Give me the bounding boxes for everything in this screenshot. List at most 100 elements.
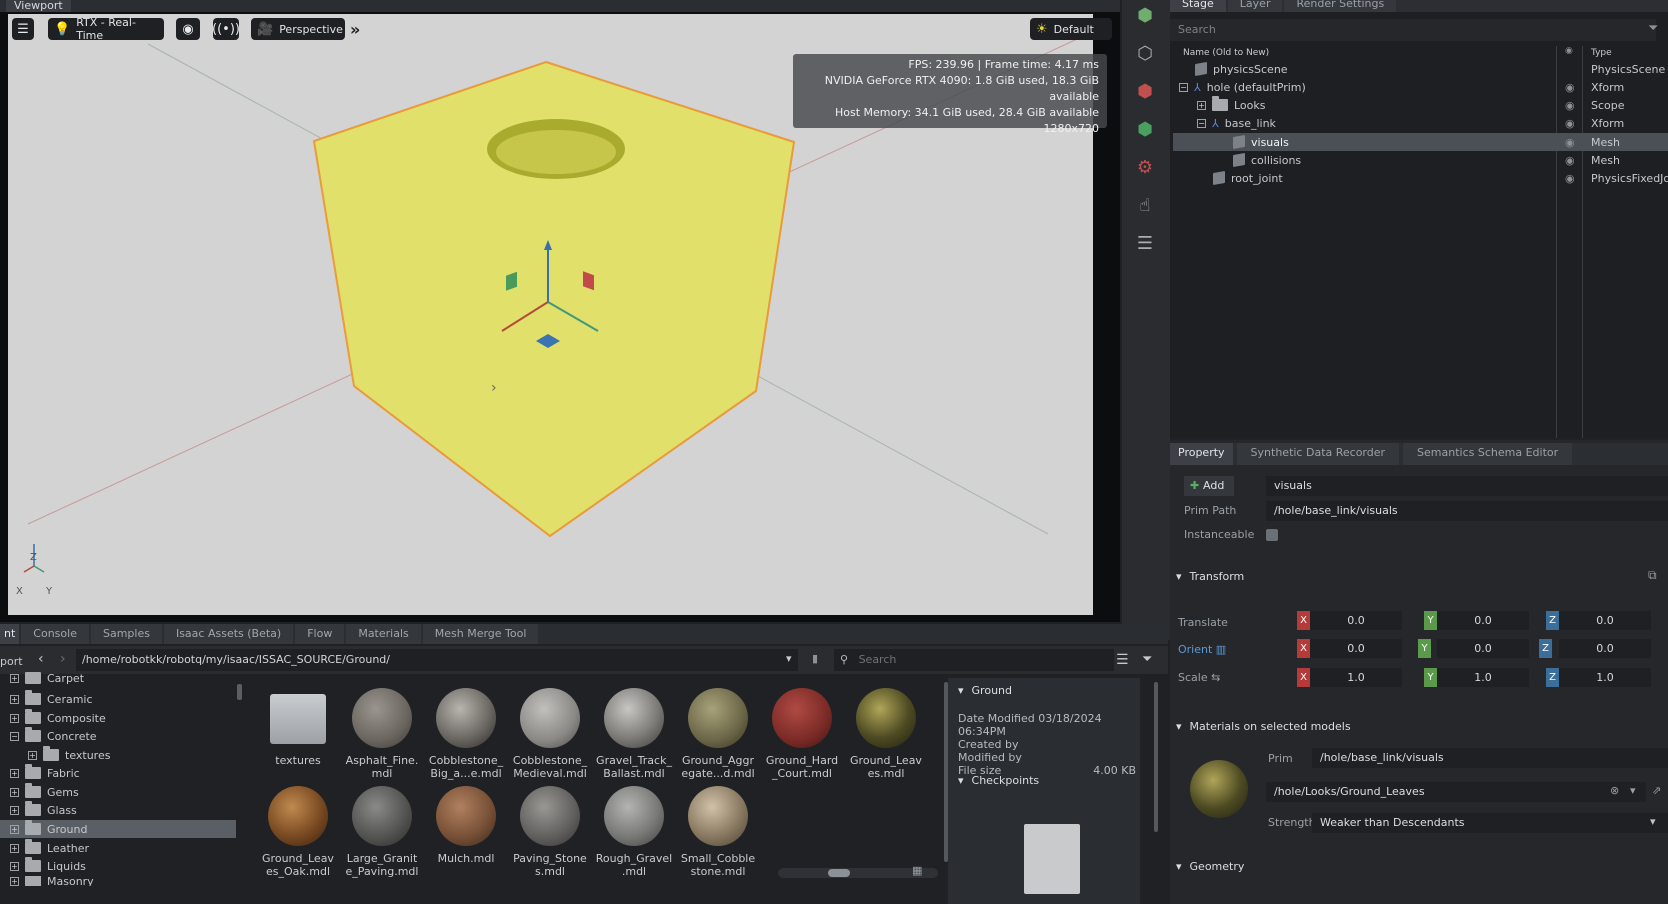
tab-semantics-schema-editor[interactable]: Semantics Schema Editor <box>1403 443 1573 465</box>
folder-tree-scrollbar[interactable] <box>237 684 242 700</box>
cube-green-icon[interactable]: ⬢ <box>1130 114 1160 144</box>
clear-icon[interactable]: ⊗ <box>1610 784 1619 797</box>
tree-row-looks[interactable]: + Looks ◉ Scope <box>1173 96 1668 114</box>
collapse-icon[interactable]: − <box>1197 118 1206 128</box>
tab-synthetic-data-recorder[interactable]: Synthetic Data Recorder <box>1236 443 1400 465</box>
eye-icon[interactable]: ◉ <box>1565 117 1575 130</box>
sliders-tool-icon[interactable]: ☰ <box>1130 228 1160 258</box>
expand-icon[interactable]: + <box>10 824 19 834</box>
tree-row-visuals[interactable]: visuals ◉ Mesh <box>1173 133 1668 151</box>
expand-icon[interactable]: + <box>10 768 19 778</box>
asset-mulch[interactable]: Mulch.mdl <box>424 786 508 865</box>
eye-icon[interactable]: ◉ <box>1565 99 1575 112</box>
asset-ground-aggregate[interactable]: Ground_Aggr egate...d.mdl <box>676 688 760 780</box>
bookmark-icon[interactable]: ▮ <box>812 652 818 665</box>
strength-dropdown[interactable]: Weaker than Descendants ▾ <box>1312 813 1668 833</box>
viewport-tab[interactable]: Viewport <box>6 0 71 12</box>
tree-row-root-joint[interactable]: root_joint ◉ PhysicsFixedJoi <box>1173 169 1668 187</box>
tab-console[interactable]: Console <box>21 624 89 644</box>
tree-row-collisions[interactable]: collisions ◉ Mesh <box>1173 151 1668 169</box>
type-column-header[interactable]: Type <box>1591 48 1612 58</box>
expand-icon[interactable]: + <box>10 843 19 853</box>
filter-icon[interactable]: ⏷ <box>1142 652 1152 667</box>
folder-carpet[interactable]: + Carpet <box>0 672 236 684</box>
expand-icon[interactable]: + <box>10 713 19 723</box>
list-view-icon[interactable]: ☰ <box>1116 652 1129 668</box>
tab-materials[interactable]: Materials <box>346 624 421 644</box>
name-column-header[interactable]: Name (Old to New) <box>1183 48 1269 58</box>
prim-path-field[interactable]: /hole/base_link/visuals <box>1266 501 1668 521</box>
folder-glass[interactable]: + Glass <box>0 801 236 819</box>
folder-ground[interactable]: + Ground <box>0 820 236 838</box>
goto-material-icon[interactable]: ⇗ <box>1652 784 1661 797</box>
orient-y-field[interactable]: 0.0 <box>1437 639 1529 658</box>
scale-y-field[interactable]: 1.0 <box>1437 668 1529 687</box>
folder-gems[interactable]: + Gems <box>0 783 236 801</box>
lighting-button[interactable]: ☀ Default <box>1030 18 1112 40</box>
filter-icon[interactable]: ⏷ <box>1648 21 1658 36</box>
collapse-icon[interactable]: − <box>1179 82 1188 92</box>
translate-y-field[interactable]: 0.0 <box>1437 611 1529 630</box>
expand-toolbar-icon[interactable]: » <box>350 20 360 39</box>
audio-button[interactable]: ((•)) <box>212 18 240 40</box>
geometry-section-header[interactable]: ▾ Geometry <box>1176 860 1244 873</box>
tree-row-base-link[interactable]: − ⅄ base_link ◉ Xform <box>1173 114 1668 132</box>
folder-liquids[interactable]: + Liquids <box>0 857 236 875</box>
chevron-down-icon[interactable]: ▾ <box>786 652 792 665</box>
folder-ceramic[interactable]: + Ceramic <box>0 690 236 708</box>
slider-handle[interactable] <box>828 869 850 877</box>
cube-remove-icon[interactable]: ⬡ <box>1130 38 1160 68</box>
tab-property[interactable]: Property <box>1170 443 1233 465</box>
render-mode-button[interactable]: 💡 RTX - Real-Time <box>48 16 164 42</box>
folder-composite[interactable]: + Composite <box>0 709 236 727</box>
tab-layer[interactable]: Layer <box>1227 0 1283 12</box>
details-header[interactable]: ▾ Ground <box>958 684 1012 697</box>
expand-icon[interactable]: + <box>10 787 19 797</box>
asset-large-granite-paving[interactable]: Large_Granit e_Paving.mdl <box>340 786 424 878</box>
translate-x-field[interactable]: 0.0 <box>1310 611 1402 630</box>
expand-icon[interactable]: + <box>10 673 19 683</box>
import-label[interactable]: port <box>0 655 23 668</box>
collapse-icon[interactable]: − <box>10 731 19 741</box>
translate-z-field[interactable]: 0.0 <box>1559 611 1651 630</box>
tab-stage[interactable]: Stage <box>1170 0 1226 12</box>
eye-icon[interactable]: ◉ <box>1565 154 1575 167</box>
browser-search-input[interactable]: ⚲ Search <box>834 649 1114 671</box>
physics-tool-icon[interactable]: ⬢ <box>1130 0 1160 30</box>
folder-leather[interactable]: + Leather <box>0 839 236 857</box>
folder-fabric[interactable]: + Fabric <box>0 764 236 782</box>
tab-render-settings[interactable]: Render Settings <box>1284 0 1397 12</box>
asset-paving-stones[interactable]: Paving_Stone s.mdl <box>508 786 592 878</box>
visibility-button[interactable]: ◉ <box>176 18 200 40</box>
folder-concrete[interactable]: − Concrete <box>0 727 236 745</box>
expand-icon[interactable]: + <box>1197 100 1206 110</box>
instanceable-checkbox[interactable] <box>1266 529 1278 541</box>
asset-ground-leaves-oak[interactable]: Ground_Leav es_Oak.mdl <box>256 786 340 878</box>
path-input[interactable]: /home/robotkk/robotq/my/isaac/ISSAC_SOUR… <box>76 649 798 671</box>
transform-section-header[interactable]: ▾ Transform <box>1176 570 1244 583</box>
stage-search-input[interactable]: Search <box>1170 19 1656 41</box>
asset-cobblestone-big[interactable]: Cobblestone_ Big_a...e.mdl <box>424 688 508 780</box>
material-path-field[interactable]: /hole/Looks/Ground_Leaves ⊗ ▾ <box>1266 782 1646 802</box>
tab-mesh-merge-tool[interactable]: Mesh Merge Tool <box>422 624 539 644</box>
scale-z-field[interactable]: 1.0 <box>1559 668 1651 687</box>
orient-label[interactable]: Orient ▥ <box>1178 643 1226 656</box>
tree-row-hole[interactable]: − ⅄ hole (defaultPrim) ◉ Xform <box>1173 78 1668 96</box>
expand-icon[interactable]: + <box>10 805 19 815</box>
asset-asphalt-fine[interactable]: Asphalt_Fine. mdl <box>340 688 424 780</box>
materials-section-header[interactable]: ▾ Materials on selected models <box>1176 720 1351 733</box>
asset-ground-leaves[interactable]: Ground_Leav es.mdl <box>844 688 928 780</box>
forward-icon[interactable]: › <box>60 651 66 667</box>
pointer-icon[interactable]: ☝ <box>1130 190 1160 220</box>
expand-icon[interactable]: + <box>28 750 37 760</box>
orient-x-field[interactable]: 0.0 <box>1310 639 1402 658</box>
asset-gravel-track[interactable]: Gravel_Track_ Ballast.mdl <box>592 688 676 780</box>
settings-button[interactable]: ☰ <box>12 18 34 40</box>
folder-textures[interactable]: + textures <box>0 746 236 764</box>
asset-ground-hard-court[interactable]: Ground_Hard _Court.mdl <box>760 688 844 780</box>
cube-red-icon[interactable]: ⬢ <box>1130 76 1160 106</box>
eye-icon[interactable]: ◉ <box>1565 81 1575 94</box>
expand-icon[interactable]: + <box>10 876 19 886</box>
tab-flow[interactable]: Flow <box>295 624 345 644</box>
scale-x-field[interactable]: 1.0 <box>1310 668 1402 687</box>
